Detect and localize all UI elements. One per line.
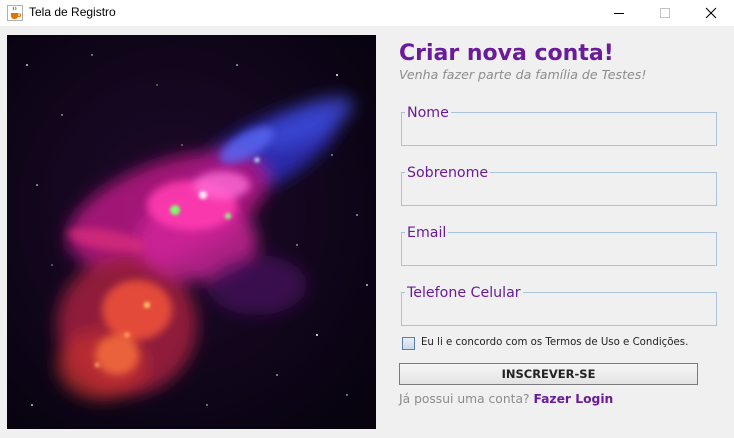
phone-field[interactable]: Telefone Celular xyxy=(400,285,718,326)
registration-window: Criar nova conta! Venha fazer parte da f… xyxy=(0,26,734,438)
title-bar: Tela de Registro xyxy=(0,0,734,26)
subtitle: Venha fazer parte da família de Testes! xyxy=(399,67,647,82)
email-field[interactable]: Email xyxy=(400,225,718,266)
email-input[interactable] xyxy=(406,240,706,260)
signup-button[interactable]: INSCREVER-SE xyxy=(399,363,698,385)
maximize-icon xyxy=(660,8,670,18)
nebula-image xyxy=(7,35,376,429)
phone-input[interactable] xyxy=(406,300,706,320)
java-coffee-icon xyxy=(7,5,23,21)
minimize-button[interactable] xyxy=(596,0,642,26)
terms-checkbox[interactable] xyxy=(402,337,415,350)
window-title: Tela de Registro xyxy=(29,5,116,19)
minimize-icon xyxy=(614,13,624,14)
login-prompt: Já possui uma conta? xyxy=(399,392,530,406)
close-icon xyxy=(705,7,717,19)
phone-label: Telefone Celular xyxy=(405,285,523,301)
close-button[interactable] xyxy=(688,0,734,26)
last-name-field[interactable]: Sobrenome xyxy=(400,165,718,206)
last-name-input[interactable] xyxy=(406,180,706,200)
first-name-field[interactable]: Nome xyxy=(400,105,718,146)
page-title: Criar nova conta! xyxy=(399,41,614,66)
first-name-input[interactable] xyxy=(406,120,706,140)
login-link[interactable]: Fazer Login xyxy=(533,392,613,406)
last-name-label: Sobrenome xyxy=(405,165,491,181)
first-name-label: Nome xyxy=(405,105,451,121)
terms-label[interactable]: Eu li e concordo com os Termos de Uso e … xyxy=(421,337,688,348)
login-row: Já possui uma conta? Fazer Login xyxy=(399,392,613,406)
email-label: Email xyxy=(405,225,449,241)
maximize-button[interactable] xyxy=(642,0,688,26)
